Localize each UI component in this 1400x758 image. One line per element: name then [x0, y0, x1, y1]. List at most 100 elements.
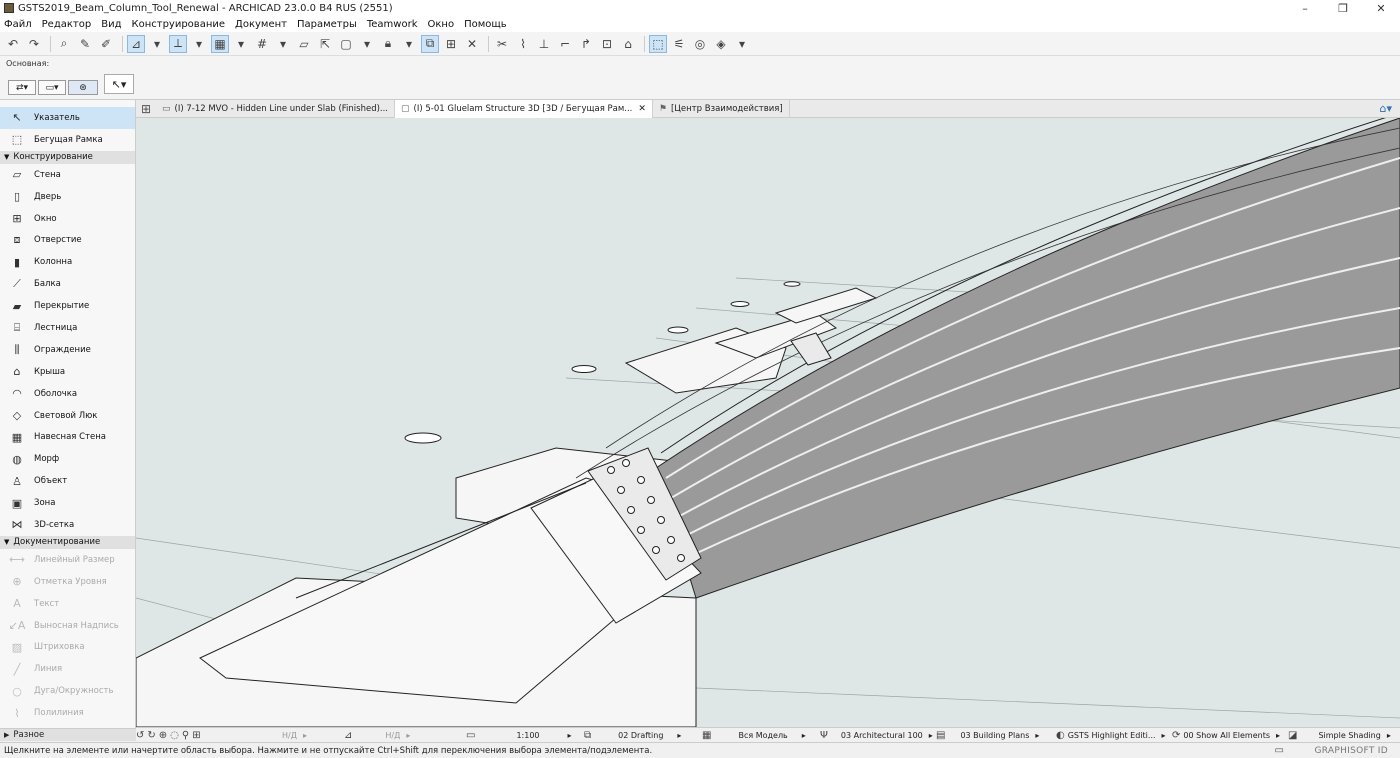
roof-trim-icon[interactable]: ⌂ — [619, 35, 637, 53]
dropdown-arrow-icon[interactable]: ▾ — [190, 35, 208, 53]
find-select-icon[interactable]: ⌕ — [55, 35, 73, 53]
tool-skylight[interactable]: ◇ Световой Люк — [0, 405, 135, 427]
section-misc[interactable]: ▶ Разное — [0, 728, 136, 741]
dropdown-arrow-icon[interactable]: ▾ — [232, 35, 250, 53]
renovation-filter-selector[interactable]: ⟳ 00 Show All Elements ▸ — [1172, 728, 1280, 743]
orbit-view-icon[interactable]: ◌ — [170, 730, 179, 741]
pen-set-selector[interactable]: Ψ 03 Architectural 100 ▸ — [820, 728, 933, 743]
3d-view-icon[interactable]: ⬚ — [649, 34, 667, 53]
3d-viewport[interactable] — [136, 118, 1400, 727]
quick-selection-icon[interactable]: ⊛ — [68, 80, 98, 95]
tool-zone[interactable]: ▣ Зона — [0, 492, 135, 514]
scale-selector[interactable]: ▭ 1:100 ▸ — [466, 728, 572, 743]
layer-icon[interactable]: ▢ — [337, 35, 355, 53]
suspend-groups-icon[interactable]: ⧉ — [421, 34, 439, 53]
dropdown-arrow-icon[interactable]: ▾ — [274, 35, 292, 53]
tool-window[interactable]: ⊞ Окно — [0, 208, 135, 230]
orbit-icon[interactable]: ◎ — [691, 35, 709, 53]
tool-level-dimension[interactable]: ⊕ Отметка Уровня — [0, 571, 135, 593]
tool-object[interactable]: ♙ Объект — [0, 470, 135, 492]
tool-fill[interactable]: ▨ Штриховка — [0, 636, 135, 658]
offset-icon[interactable]: ↱ — [577, 35, 595, 53]
fit-icon[interactable]: ⊞ — [192, 730, 200, 741]
menu-file[interactable]: Файл — [4, 19, 32, 30]
section-design[interactable]: ▼ Конструирование — [0, 150, 135, 164]
tracker-icon[interactable]: ⟂ — [169, 34, 187, 53]
minimize-button[interactable]: – — [1286, 0, 1324, 16]
close-tab-icon[interactable]: ✕ — [638, 104, 646, 114]
menu-edit[interactable]: Редактор — [42, 19, 92, 30]
eyedropper-icon[interactable]: ✎ — [76, 35, 94, 53]
tool-line[interactable]: ╱ Линия — [0, 658, 135, 680]
cursor-snap-icon[interactable]: ⇱ — [316, 35, 334, 53]
undo-icon[interactable]: ↶ — [4, 35, 22, 53]
scissors-icon[interactable]: ✂ — [493, 35, 511, 53]
tool-dimension[interactable]: ⟷ Линейный Размер — [0, 549, 135, 571]
graphic-override-selector[interactable]: ◐ GSTS Highlight Editi... ▸ — [1056, 728, 1166, 743]
layer-combination-selector[interactable]: ⧉ 02 Drafting ▸ — [584, 728, 681, 743]
grid-snap-icon[interactable]: ▦ — [211, 34, 229, 53]
menu-document[interactable]: Документ — [235, 19, 287, 30]
tool-morph[interactable]: ◍ Морф — [0, 448, 135, 470]
tool-marquee[interactable]: ⬚ Бегущая Рамка — [0, 129, 135, 151]
menu-design[interactable]: Конструирование — [131, 19, 225, 30]
close-button[interactable]: ✕ — [1362, 0, 1400, 16]
redo-view-icon[interactable]: ↻ — [147, 730, 155, 741]
intersect-icon[interactable]: ⊥ — [535, 35, 553, 53]
tool-label[interactable]: ↙A Выносная Надпись — [0, 615, 135, 637]
undo-view-icon[interactable]: ↺ — [136, 730, 144, 741]
distance-field[interactable]: ⊿ Н/Д ▸ — [344, 728, 410, 743]
maximize-button[interactable]: ❐ — [1324, 0, 1362, 16]
tool-wall[interactable]: ▱ Стена — [0, 164, 135, 186]
tool-curtain-wall[interactable]: ▦ Навесная Стена — [0, 426, 135, 448]
walk-icon[interactable]: ⚲ — [182, 730, 189, 741]
tool-polyline[interactable]: ⌇ Полилиния — [0, 702, 135, 724]
tab-overview-icon[interactable]: ⊞ — [136, 102, 156, 116]
tool-text[interactable]: A Текст — [0, 593, 135, 615]
tool-arc[interactable]: ○ Дуга/Окружность — [0, 680, 135, 702]
section-documentation[interactable]: ▼ Документирование — [0, 535, 135, 549]
model-view-selector[interactable]: ▦ Вся Модель ▸ — [702, 728, 806, 743]
redo-icon[interactable]: ↷ — [25, 35, 43, 53]
fillet-icon[interactable]: ⌐ — [556, 35, 574, 53]
syringe-icon[interactable]: ✐ — [97, 35, 115, 53]
dropdown-arrow-icon[interactable]: ▾ — [400, 35, 418, 53]
explode-icon[interactable]: ⊡ — [598, 35, 616, 53]
menu-view[interactable]: Вид — [101, 19, 121, 30]
tab-collaboration-center[interactable]: ⚑ [Центр Взаимодействия] — [653, 99, 790, 118]
tool-slab[interactable]: ▰ Перекрытие — [0, 295, 135, 317]
grid-icon[interactable]: # — [253, 35, 271, 53]
3d-style-selector[interactable]: ◪ Simple Shading ▸ — [1288, 728, 1391, 743]
zoom-in-icon[interactable]: ⊕ — [159, 730, 167, 741]
3d-style-icon[interactable]: ◈ — [712, 35, 730, 53]
tool-roof[interactable]: ⌂ Крыша — [0, 361, 135, 383]
menu-window[interactable]: Окно — [428, 19, 455, 30]
tool-column[interactable]: ▮ Колонна — [0, 251, 135, 273]
snap-guides-icon[interactable]: ⊿ — [127, 34, 145, 53]
monitor-icon[interactable]: ▭ — [1275, 745, 1284, 756]
3d-cut-icon[interactable]: ⚟ — [670, 35, 688, 53]
tab-mvo-hidden-line[interactable]: ▭ (I) 7-12 MVO - Hidden Line under Slab … — [156, 99, 396, 118]
arrow-pointer-icon[interactable]: ↖▾ — [104, 74, 134, 94]
table-icon[interactable]: ⊞ — [442, 35, 460, 53]
adjust-icon[interactable]: ⌇ — [514, 35, 532, 53]
selection-area-icon[interactable]: ▭▾ — [38, 80, 66, 95]
menu-teamwork[interactable]: Teamwork — [367, 19, 418, 30]
menu-options[interactable]: Параметры — [297, 19, 357, 30]
surface-icon[interactable]: ▱ — [295, 35, 313, 53]
tool-railing[interactable]: ⫼ Ограждение — [0, 339, 135, 361]
dropdown-arrow-icon[interactable]: ▾ — [148, 35, 166, 53]
cross-icon[interactable]: ✕ — [463, 35, 481, 53]
tool-opening[interactable]: ⧈ Отверстие — [0, 229, 135, 251]
tool-shell[interactable]: ◠ Оболочка — [0, 383, 135, 405]
tab-gluelam-structure-3d[interactable]: ▢ (I) 5-01 Gluelam Structure 3D [3D / Бе… — [395, 99, 653, 118]
tool-mesh[interactable]: ⋈ 3D-сетка — [0, 514, 135, 536]
tool-door[interactable]: ▯ Дверь — [0, 186, 135, 208]
menu-help[interactable]: Помощь — [464, 19, 507, 30]
dropdown-arrow-icon[interactable]: ▾ — [733, 35, 751, 53]
graphisoft-id-link[interactable]: GRAPHISOFT ID — [1314, 746, 1388, 756]
mvo-selector[interactable]: ▤ 03 Building Plans ▸ — [936, 728, 1039, 743]
dropdown-arrow-icon[interactable]: ▾ — [358, 35, 376, 53]
navigator-icon[interactable]: ⌂▾ — [1379, 102, 1392, 115]
selection-method-icon[interactable]: ⇄▾ — [8, 80, 36, 95]
